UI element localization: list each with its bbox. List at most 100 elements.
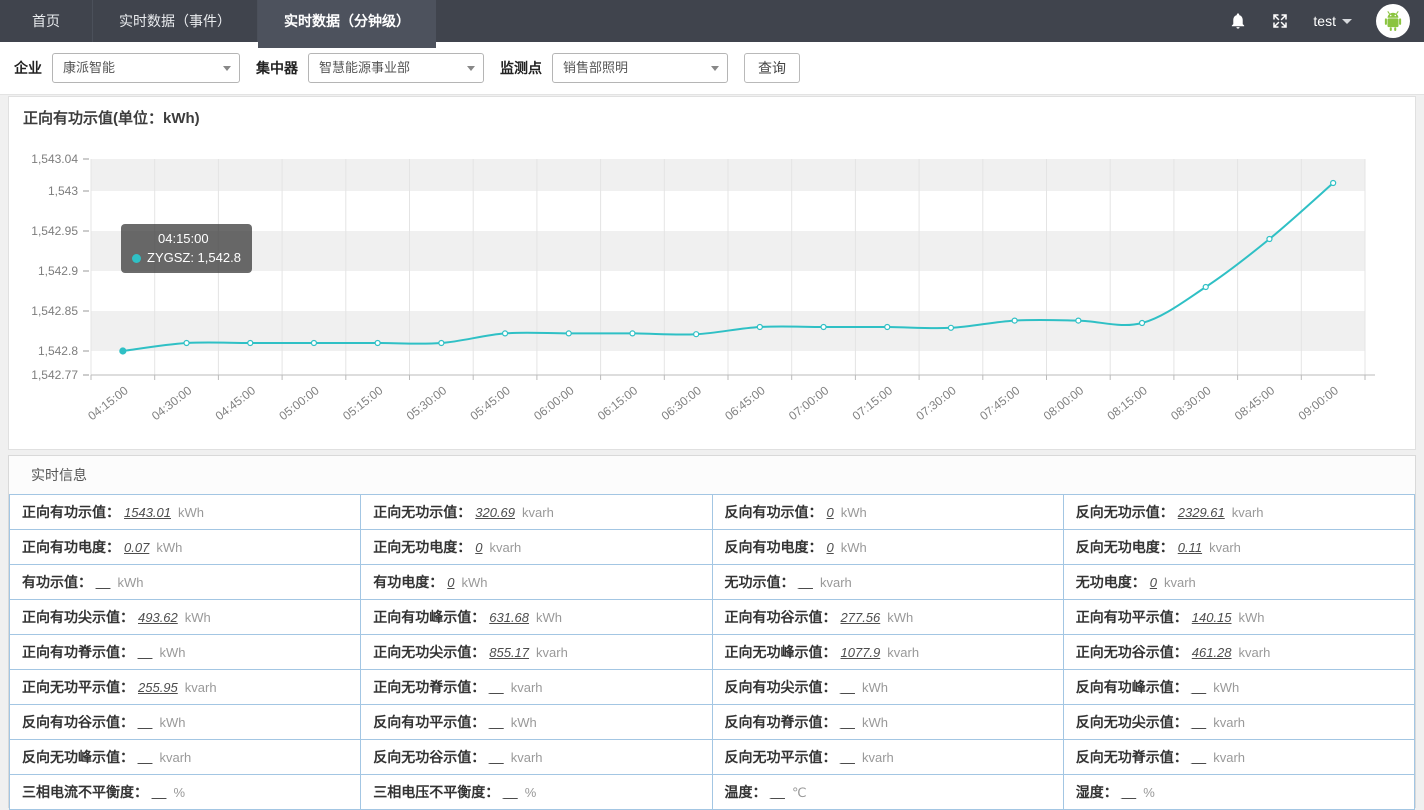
table-cell: 三相电压不平衡度：__%	[361, 775, 712, 810]
cell-label: 三相电压不平衡度：	[373, 784, 499, 800]
table-cell: 反向有功电度：0kWh	[712, 530, 1063, 565]
svg-text:07:45:00: 07:45:00	[977, 383, 1023, 423]
cell-label: 正向无功尖示值：	[373, 644, 485, 660]
table-cell: 反向无功峰示值：__kvarh	[10, 740, 361, 775]
cell-label: 正向有功峰示值：	[373, 609, 485, 625]
svg-text:05:30:00: 05:30:00	[404, 383, 450, 423]
cell-value: __	[1192, 680, 1206, 695]
table-cell: 正向无功谷示值：461.28kvarh	[1063, 635, 1414, 670]
tab-realtime-minute[interactable]: 实时数据（分钟级）	[258, 0, 436, 48]
avatar[interactable]	[1376, 4, 1410, 38]
cell-unit: %	[525, 785, 537, 800]
cell-unit: %	[1143, 785, 1155, 800]
table-cell: 反向无功尖示值：__kvarh	[1063, 705, 1414, 740]
cell-label: 有功示值：	[22, 574, 92, 590]
fullscreen-icon[interactable]	[1271, 12, 1289, 30]
realtime-panel-title: 实时信息	[9, 456, 1415, 494]
cell-label: 有功电度：	[373, 574, 443, 590]
realtime-panel: 实时信息 正向有功示值：1543.01kWh正向无功示值：320.69kvarh…	[8, 455, 1416, 808]
cell-unit: kWh	[1213, 680, 1239, 695]
table-row: 正向无功平示值：255.95kvarh正向无功脊示值：__kvarh反向有功尖示…	[10, 670, 1415, 705]
table-row: 正向有功示值：1543.01kWh正向无功示值：320.69kvarh反向有功示…	[10, 495, 1415, 530]
svg-text:04:30:00: 04:30:00	[149, 383, 195, 423]
bell-icon[interactable]	[1229, 12, 1247, 30]
cell-value: 0	[827, 505, 834, 520]
tab-realtime-event[interactable]: 实时数据（事件）	[93, 0, 258, 42]
android-icon	[1380, 8, 1406, 34]
svg-text:04:45:00: 04:45:00	[213, 383, 259, 423]
svg-text:1,542.8: 1,542.8	[38, 344, 78, 358]
filter-bar: 企业 康派智能 集中器 智慧能源事业部 监测点 销售部照明 查询	[0, 42, 1424, 95]
table-cell: 反向无功电度：0.11kvarh	[1063, 530, 1414, 565]
cell-label: 正向有功谷示值：	[725, 609, 837, 625]
svg-text:09:00:00: 09:00:00	[1296, 383, 1342, 423]
svg-text:04:15:00: 04:15:00	[85, 383, 131, 423]
user-menu[interactable]: test	[1313, 13, 1352, 29]
monitor-point-select[interactable]: 销售部照明	[552, 53, 728, 83]
table-cell: 正向无功平示值：255.95kvarh	[10, 670, 361, 705]
table-cell: 反向有功示值：0kWh	[712, 495, 1063, 530]
cell-value: 140.15	[1192, 610, 1232, 625]
cell-unit: kvarh	[511, 680, 543, 695]
cell-label: 正向有功脊示值：	[22, 644, 134, 660]
cell-unit: kvarh	[1213, 715, 1245, 730]
cell-label: 反向有功峰示值：	[1076, 679, 1188, 695]
table-cell: 正向无功电度：0kvarh	[361, 530, 712, 565]
cell-value: 1543.01	[124, 505, 171, 520]
cell-value: __	[96, 575, 110, 590]
concentrator-select[interactable]: 智慧能源事业部	[308, 53, 484, 83]
cell-unit: kvarh	[1209, 540, 1241, 555]
cell-label: 正向无功电度：	[373, 539, 471, 555]
cell-unit: kvarh	[1232, 505, 1264, 520]
svg-text:1,543.04: 1,543.04	[31, 152, 78, 166]
cell-unit: kWh	[461, 575, 487, 590]
table-cell: 湿度：__%	[1063, 775, 1414, 810]
cell-unit: kWh	[862, 680, 888, 695]
cell-label: 无功示值：	[725, 574, 795, 590]
table-row: 正向有功电度：0.07kWh正向无功电度：0kvarh反向有功电度：0kWh反向…	[10, 530, 1415, 565]
cell-label: 正向无功峰示值：	[725, 644, 837, 660]
svg-text:06:45:00: 06:45:00	[722, 383, 768, 423]
svg-text:05:00:00: 05:00:00	[276, 383, 322, 423]
query-button[interactable]: 查询	[744, 53, 800, 83]
cell-unit: kvarh	[862, 750, 894, 765]
chevron-down-icon	[223, 66, 231, 71]
cell-value: 0	[1150, 575, 1157, 590]
tab-home[interactable]: 首页	[0, 0, 93, 42]
cell-label: 湿度：	[1076, 784, 1118, 800]
cell-label: 反向无功脊示值：	[1076, 749, 1188, 765]
cell-unit: kvarh	[1213, 750, 1245, 765]
cell-unit: kvarh	[489, 540, 521, 555]
cell-value: 0.11	[1178, 540, 1202, 555]
concentrator-select-value: 智慧能源事业部	[319, 60, 410, 75]
cell-unit: kvarh	[820, 575, 852, 590]
cell-label: 正向无功示值：	[373, 504, 471, 520]
table-cell: 反向无功脊示值： __ kvarh	[1063, 740, 1414, 775]
table-cell: 反向有功平示值：__kWh	[361, 705, 712, 740]
svg-text:07:00:00: 07:00:00	[786, 383, 832, 423]
username: test	[1313, 13, 1336, 29]
cell-unit: kWh	[1239, 610, 1265, 625]
enterprise-select[interactable]: 康派智能	[52, 53, 240, 83]
concentrator-label: 集中器	[256, 58, 298, 78]
cell-value: 0	[827, 540, 834, 555]
series-dot-icon	[132, 254, 141, 263]
cell-value: 320.69	[475, 505, 515, 520]
table-cell: 正向有功谷示值：277.56kWh	[712, 600, 1063, 635]
svg-text:07:15:00: 07:15:00	[850, 383, 896, 423]
chart-panel: 正向有功示值(单位：kWh) 1,543.041,5431,542.951,54…	[8, 96, 1416, 450]
cell-label: 正向有功尖示值：	[22, 609, 134, 625]
table-cell: 反向无功示值：2329.61kvarh	[1063, 495, 1414, 530]
nav-tabs: 首页 实时数据（事件） 实时数据（分钟级）	[0, 0, 1424, 42]
cell-value: 1077.9	[841, 645, 881, 660]
cell-value: __	[799, 575, 813, 590]
cell-unit: kWh	[117, 575, 143, 590]
table-cell: 正向有功尖示值：493.62kWh	[10, 600, 361, 635]
line-chart[interactable]: 1,543.041,5431,542.951,542.91,542.851,54…	[9, 97, 1415, 449]
chevron-down-icon	[1342, 19, 1352, 24]
table-cell: 无功示值： __ kvarh	[712, 565, 1063, 600]
cell-unit: kvarh	[159, 750, 191, 765]
monitor-point-select-value: 销售部照明	[563, 60, 628, 75]
cell-value: __	[1192, 750, 1206, 765]
svg-text:08:15:00: 08:15:00	[1104, 383, 1150, 423]
